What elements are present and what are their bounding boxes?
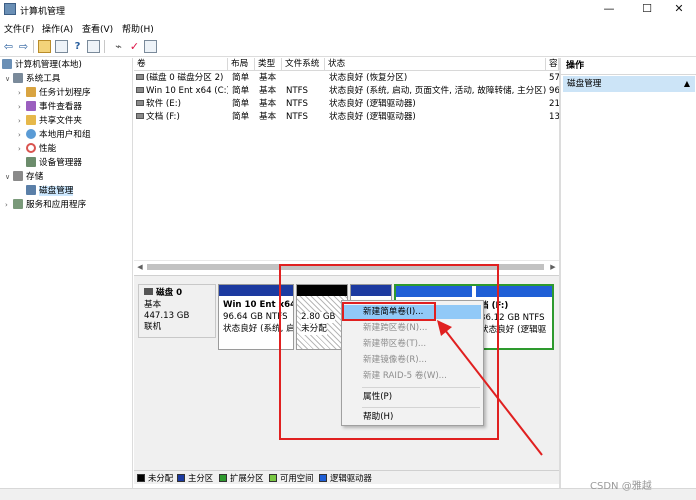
watermark: CSDN @雅越 xyxy=(590,481,652,492)
annotation-arrow-icon xyxy=(437,320,543,456)
